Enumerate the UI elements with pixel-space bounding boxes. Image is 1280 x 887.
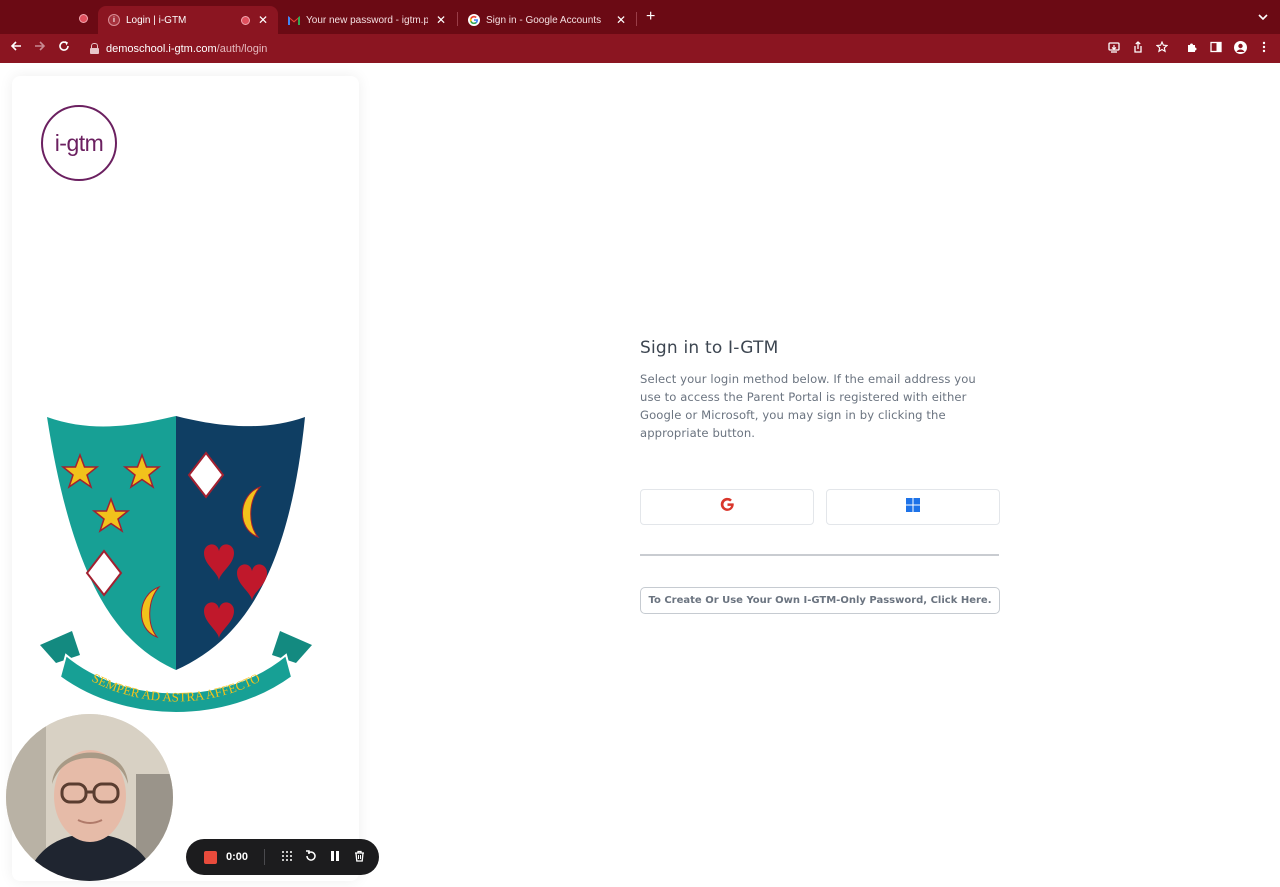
install-app-icon[interactable] <box>1107 41 1121 55</box>
tab-title: Your new password - igtm.par <box>306 14 428 26</box>
tab-title: Login | i-GTM <box>126 14 187 26</box>
recording-timer: 0:00 <box>226 851 249 863</box>
windows-logo-icon <box>906 497 920 517</box>
chevron-down-icon[interactable] <box>1258 11 1268 23</box>
more-menu-icon[interactable] <box>1257 41 1271 55</box>
provider-buttons <box>640 489 1000 525</box>
close-icon[interactable]: ✕ <box>258 13 268 27</box>
extensions-puzzle-icon[interactable] <box>1185 41 1199 55</box>
address-bar[interactable]: demoschool.i-gtm.com/auth/login <box>82 37 1174 60</box>
recording-indicator-icon <box>79 14 88 23</box>
tab-separator <box>636 12 637 26</box>
profile-avatar-icon[interactable] <box>1233 41 1247 55</box>
close-icon[interactable]: ✕ <box>436 13 446 27</box>
own-password-button[interactable]: To Create Or Use Your Own I-GTM-Only Pas… <box>640 587 1000 614</box>
igtm-logo: i-gtm <box>41 105 117 181</box>
side-panel-icon[interactable] <box>1209 41 1223 55</box>
signin-panel: Sign in to I-GTM Select your login metho… <box>640 338 1000 442</box>
divider <box>640 554 999 556</box>
tab-google-signin[interactable]: Sign in - Google Accounts ✕ <box>458 6 636 34</box>
logo-text: i-gtm <box>54 129 104 156</box>
browser-toolbar: demoschool.i-gtm.com/auth/login <box>0 34 1280 63</box>
grid-dots-icon[interactable] <box>275 850 299 865</box>
presenter-video-image <box>6 714 173 881</box>
pause-icon[interactable] <box>323 850 347 865</box>
new-tab-plus-icon[interactable]: + <box>646 9 655 25</box>
lock-icon <box>90 43 99 54</box>
url-path: /auth/login <box>216 42 268 55</box>
bookmark-star-icon[interactable] <box>1155 40 1169 55</box>
tab-title: Sign in - Google Accounts <box>486 14 602 26</box>
gmail-icon <box>288 14 300 26</box>
restart-icon[interactable] <box>299 849 323 865</box>
webcam-preview[interactable] <box>6 714 173 881</box>
tab-gmail[interactable]: Your new password - igtm.par ✕ <box>278 6 456 34</box>
browser-tab-bar: i Login | i-GTM ✕ Your new password - ig… <box>0 0 1280 34</box>
stop-recording-icon[interactable] <box>204 850 217 864</box>
tab-login[interactable]: i Login | i-GTM ✕ <box>98 6 278 34</box>
tab-recording-icon <box>240 15 250 25</box>
forward-arrow-icon[interactable] <box>32 40 48 56</box>
signin-description: Select your login method below. If the e… <box>640 372 976 440</box>
google-g-icon <box>720 497 735 517</box>
url-host: demoschool.i-gtm.com <box>106 42 217 55</box>
google-signin-button[interactable] <box>640 489 814 525</box>
share-icon[interactable] <box>1131 41 1145 55</box>
microsoft-signin-button[interactable] <box>826 489 1000 525</box>
reload-icon[interactable] <box>56 40 72 56</box>
trash-icon[interactable] <box>347 850 371 865</box>
divider <box>264 849 265 865</box>
close-icon[interactable]: ✕ <box>616 13 626 27</box>
back-arrow-icon[interactable] <box>8 40 24 56</box>
google-icon <box>468 14 480 26</box>
school-crest-image: SEMPER AD ASTRA AFFECTO <box>40 416 312 714</box>
page-title: Sign in to I-GTM <box>640 338 779 358</box>
igtm-favicon-icon: i <box>108 14 120 26</box>
recording-controls: 0:00 <box>186 839 379 875</box>
